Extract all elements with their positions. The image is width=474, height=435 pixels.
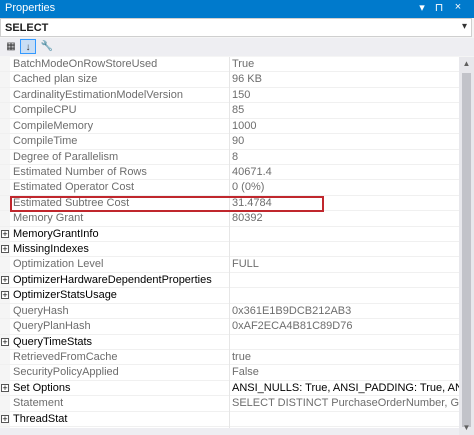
chevron-down-icon[interactable]: ▾ (462, 21, 467, 32)
row-gutter (0, 195, 10, 211)
wrench-icon[interactable]: 🔧 (39, 39, 55, 54)
row-gutter (0, 57, 10, 72)
property-value[interactable]: FULL (232, 258, 459, 270)
property-name: Statement (13, 397, 64, 410)
property-value[interactable]: 90 (232, 135, 459, 147)
categorized-icon[interactable]: ▦ (3, 39, 19, 54)
property-name: QueryTimeStats (13, 335, 93, 348)
property-name: QueryHash (13, 304, 69, 317)
property-name: CardinalityEstimationModelVersion (13, 88, 183, 101)
object-selector-value: SELECT (5, 22, 49, 34)
property-value[interactable]: 85 (232, 104, 459, 116)
row-gutter (0, 134, 10, 149)
property-name: Cached plan size (13, 73, 98, 86)
row-gutter (0, 72, 10, 87)
row-gutter (0, 118, 10, 134)
property-value[interactable]: 8 (232, 151, 459, 163)
row-gutter (0, 350, 10, 365)
property-value[interactable]: ANSI_NULLS: True, ANSI_PADDING: True, AN… (232, 382, 459, 394)
close-icon[interactable]: × (451, 1, 465, 13)
property-name: OptimizerStatsUsage (13, 289, 117, 302)
row-gutter (0, 180, 10, 195)
property-value[interactable]: True (232, 58, 459, 70)
expand-icon[interactable]: + (1, 245, 9, 254)
property-value[interactable]: 80392 (232, 212, 459, 224)
object-selector[interactable]: SELECT ▾ (0, 18, 472, 37)
property-name: QueryPlanHash (13, 320, 91, 333)
property-name: Estimated Number of Rows (13, 165, 147, 178)
horizontal-scrollbar[interactable] (0, 428, 459, 435)
property-value[interactable]: SELECT DISTINCT PurchaseOrderNumber, GET… (232, 397, 459, 409)
property-value[interactable]: 96 KB (232, 73, 459, 85)
property-name: Degree of Parallelism (13, 150, 119, 163)
property-name: BatchModeOnRowStoreUsed (13, 58, 158, 70)
properties-toolbar: ▦ ↓ 🔧 (0, 38, 474, 56)
expand-icon[interactable]: + (1, 337, 9, 346)
property-name: ThreadStat (13, 412, 68, 425)
property-name: OptimizerHardwareDependentProperties (13, 273, 212, 286)
row-gutter (0, 211, 10, 226)
title-bar: Properties ▾ ⊓ × (0, 0, 474, 18)
property-name: CompileCPU (13, 104, 77, 117)
window-title: Properties (5, 2, 56, 14)
property-name: MissingIndexes (13, 243, 89, 256)
expand-icon[interactable]: + (1, 229, 9, 238)
property-value[interactable]: 40671.4 (232, 166, 459, 178)
expand-icon[interactable]: + (1, 383, 9, 392)
row-gutter (0, 149, 10, 164)
row-gutter (0, 257, 10, 272)
column-divider[interactable] (229, 57, 230, 435)
property-value[interactable]: False (232, 366, 459, 378)
property-value[interactable]: 0x361E1B9DCB212AB3 (232, 305, 459, 317)
property-name: CompileMemory (13, 119, 94, 132)
property-name: MemoryGrantInfo (13, 227, 99, 240)
scrollbar-thumb[interactable] (462, 73, 471, 427)
row-gutter (0, 164, 10, 180)
property-value[interactable]: 0 (0%) (232, 181, 459, 193)
property-name: Estimated Operator Cost (13, 181, 135, 194)
scroll-down-icon[interactable]: ▼ (459, 421, 474, 435)
vertical-scrollbar[interactable]: ▲ ▼ (459, 57, 474, 435)
property-name: SecurityPolicyApplied (13, 366, 119, 379)
property-value[interactable]: 150 (232, 89, 459, 101)
pin-dropdown-icon[interactable]: ▾ (415, 1, 429, 14)
property-name: CompileTime (13, 135, 78, 148)
property-value[interactable]: 1000 (232, 120, 459, 132)
property-name: RetrievedFromCache (13, 351, 118, 364)
row-gutter (0, 303, 10, 319)
scroll-up-icon[interactable]: ▲ (459, 57, 474, 71)
alphabetical-sort-icon[interactable]: ↓ (20, 39, 36, 54)
row-gutter (0, 319, 10, 334)
expand-icon[interactable]: + (1, 291, 9, 300)
property-value[interactable]: 0xAF2ECA4B81C89D76 (232, 320, 459, 332)
property-name: Set Options (13, 381, 71, 394)
row-gutter (0, 365, 10, 380)
property-name: Optimization Level (13, 258, 104, 271)
highlight-box (10, 196, 324, 212)
row-gutter (0, 103, 10, 118)
row-gutter (0, 87, 10, 103)
expand-icon[interactable]: + (1, 275, 9, 284)
row-gutter (0, 396, 10, 411)
property-name: Memory Grant (13, 212, 84, 225)
dock-icon[interactable]: ⊓ (432, 1, 446, 14)
property-value[interactable]: true (232, 351, 459, 363)
expand-icon[interactable]: + (1, 414, 9, 423)
